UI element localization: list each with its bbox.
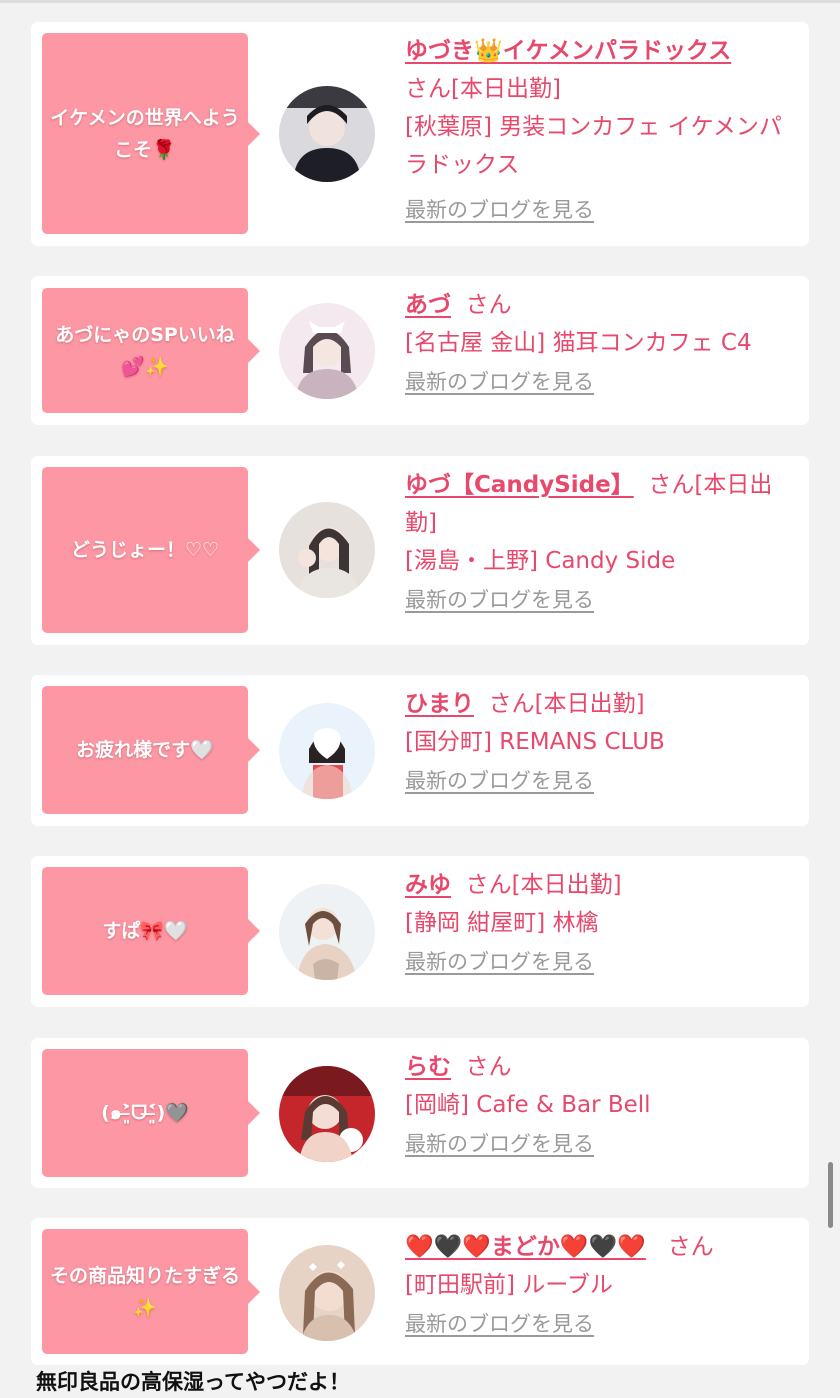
avatar[interactable] <box>279 86 375 182</box>
blog-card[interactable]: どうじょー！♡♡ ゆづ【CandySide】 さん[本日出勤] [湯島・上野] … <box>31 456 809 645</box>
comment-text: あづにゃのSPいいね💕✨ <box>55 323 235 378</box>
person-photo-avatar-icon <box>279 703 375 799</box>
latest-blog-link[interactable]: 最新のブログを見る <box>405 194 594 224</box>
blog-card[interactable]: (๑˃̶͈̀ᗜ˂̶͈́)🩶 らむ さん [岡崎] Cafe & Bar Bell… <box>31 1038 809 1188</box>
blog-card[interactable]: その商品知りたすぎる✨ ❤️🖤❤️まどか❤️🖤❤️ さん [町田駅前] ルーブル… <box>31 1218 809 1365</box>
comment-text: どうじょー！♡♡ <box>70 539 220 561</box>
girl-info: あづ さん [名古屋 金山] 猫耳コンカフェ C4 最新のブログを見る <box>405 286 797 396</box>
girl-name-link[interactable]: ゆづき👑イケメンパラドックス <box>405 38 731 64</box>
comment-bubble: その商品知りたすぎる✨ <box>42 1229 260 1354</box>
latest-blog-link[interactable]: 最新のブログを見る <box>405 765 594 795</box>
name-suffix: さん[本日出勤] <box>405 76 561 102</box>
shop-location: [名古屋 金山] 猫耳コンカフェ C4 <box>405 330 752 356</box>
girl-info: みゆ さん[本日出勤] [静岡 紺屋町] 林檎 最新のブログを見る <box>405 866 797 976</box>
person-photo-avatar-icon <box>279 1245 375 1341</box>
shop-location: [静岡 紺屋町] 林檎 <box>405 910 599 936</box>
blog-card[interactable]: すぱ🎀🤍 みゆ さん[本日出勤] [静岡 紺屋町] 林檎 最新のブログを見る <box>31 856 809 1007</box>
person-photo-avatar-icon <box>279 1066 375 1162</box>
shop-location: [岡崎] Cafe & Bar Bell <box>405 1092 651 1118</box>
comment-text: すぱ🎀🤍 <box>102 920 188 942</box>
comment-text: お疲れ様です🤍 <box>76 739 214 761</box>
avatar[interactable] <box>279 502 375 598</box>
girl-name-link[interactable]: ひまり <box>405 691 474 717</box>
person-photo-avatar-icon <box>279 303 375 399</box>
shop-location: [秋葉原] 男装コンカフェ イケメンパラドックス <box>405 114 782 178</box>
girl-info: ゆづき👑イケメンパラドックス さん[本日出勤] [秋葉原] 男装コンカフェ イケ… <box>405 32 797 224</box>
person-photo-avatar-icon <box>279 502 375 598</box>
shop-location: [町田駅前] ルーブル <box>405 1272 613 1298</box>
girl-name-link[interactable]: みゆ <box>405 872 451 898</box>
girl-info: ひまり さん[本日出勤] [国分町] REMANS CLUB 最新のブログを見る <box>405 685 797 795</box>
comment-text: (๑˃̶͈̀ᗜ˂̶͈́)🩶 <box>101 1102 189 1124</box>
latest-blog-link[interactable]: 最新のブログを見る <box>405 946 594 976</box>
avatar[interactable] <box>279 703 375 799</box>
name-suffix: さん[本日出勤] <box>488 691 645 717</box>
scrollbar-thumb[interactable] <box>828 1162 833 1228</box>
comment-bubble: イケメンの世界へようこそ🌹 <box>42 33 260 234</box>
avatar[interactable] <box>279 884 375 980</box>
latest-blog-link[interactable]: 最新のブログを見る <box>405 1308 594 1338</box>
blog-card[interactable]: お疲れ様です🤍 ひまり さん[本日出勤] [国分町] REMANS CLUB 最… <box>31 675 809 826</box>
name-suffix: さん <box>465 292 512 318</box>
girl-info: ゆづ【CandySide】 さん[本日出勤] [湯島・上野] Candy Sid… <box>405 466 797 614</box>
avatar[interactable] <box>279 303 375 399</box>
latest-blog-link[interactable]: 最新のブログを見る <box>405 1128 594 1158</box>
comment-bubble: あづにゃのSPいいね💕✨ <box>42 288 260 413</box>
shop-location: [湯島・上野] Candy Side <box>405 548 676 574</box>
blog-card[interactable]: イケメンの世界へようこそ🌹 ゆづき👑イケメンパラドックス さん[本日出勤] [秋… <box>31 22 809 246</box>
girl-info: ❤️🖤❤️まどか❤️🖤❤️ さん [町田駅前] ルーブル 最新のブログを見る <box>405 1228 797 1338</box>
comment-text: その商品知りたすぎる✨ <box>50 1264 241 1319</box>
comment-bubble: どうじょー！♡♡ <box>42 467 260 633</box>
girl-name-link[interactable]: ゆづ【CandySide】 <box>405 472 634 498</box>
comment-bubble: (๑˃̶͈̀ᗜ˂̶͈́)🩶 <box>42 1049 260 1177</box>
blog-excerpt-text: 無印良品の高保湿ってやつだよ！ <box>36 1370 350 1394</box>
girl-info: らむ さん [岡崎] Cafe & Bar Bell 最新のブログを見る <box>405 1048 797 1158</box>
name-suffix: さん[本日出勤] <box>465 872 622 898</box>
comment-text: イケメンの世界へようこそ🌹 <box>50 106 240 161</box>
comment-bubble: すぱ🎀🤍 <box>42 867 260 995</box>
comment-bubble: お疲れ様です🤍 <box>42 686 260 814</box>
avatar[interactable] <box>279 1066 375 1162</box>
blog-card[interactable]: あづにゃのSPいいね💕✨ あづ さん [名古屋 金山] 猫耳コンカフェ C4 最… <box>31 276 809 425</box>
name-suffix: さん <box>465 1054 512 1080</box>
name-suffix: さん <box>667 1234 714 1260</box>
latest-blog-link[interactable]: 最新のブログを見る <box>405 584 594 614</box>
latest-blog-link[interactable]: 最新のブログを見る <box>405 366 594 396</box>
person-photo-avatar-icon <box>279 86 375 182</box>
shop-location: [国分町] REMANS CLUB <box>405 729 665 755</box>
top-divider <box>0 0 840 3</box>
girl-name-link[interactable]: ❤️🖤❤️まどか❤️🖤❤️ <box>405 1234 646 1260</box>
avatar[interactable] <box>279 1245 375 1341</box>
girl-name-link[interactable]: らむ <box>405 1054 451 1080</box>
person-photo-avatar-icon <box>279 884 375 980</box>
girl-name-link[interactable]: あづ <box>405 292 451 318</box>
